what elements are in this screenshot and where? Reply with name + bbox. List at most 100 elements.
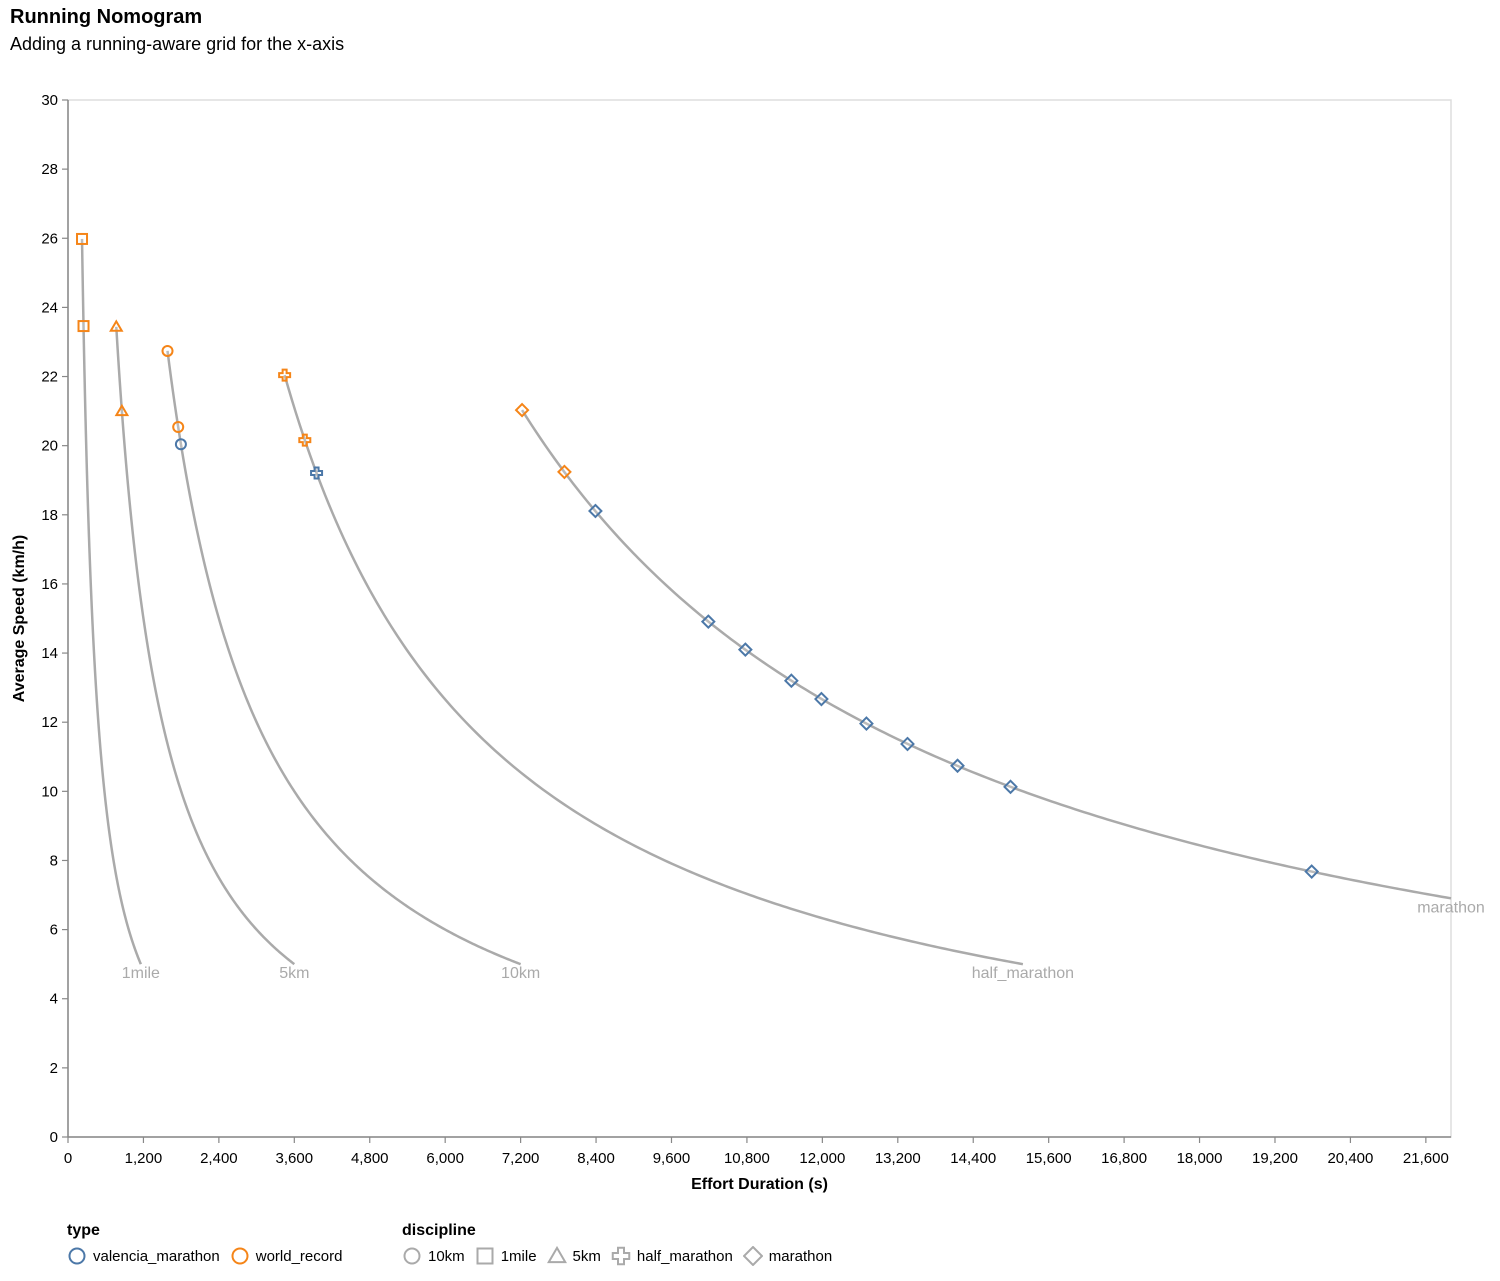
diamond-symbol — [742, 1246, 763, 1266]
square-symbol — [476, 1247, 494, 1265]
curve-label-10km: 10km — [501, 965, 540, 982]
curve-marathon — [521, 409, 1452, 900]
y-tick-label: 14 — [41, 645, 58, 662]
plot-border — [67, 99, 1452, 1138]
y-tick-label: 4 — [50, 991, 58, 1008]
y-axis: 024681012141618202224262830 — [41, 92, 69, 1146]
legend-label: 10km — [428, 1247, 465, 1265]
x-tick-label: 20,400 — [1327, 1150, 1373, 1167]
nomogram-chart: 024681012141618202224262830 0 1,200 2,400 3… — [11, 92, 1485, 1193]
legend-label: 5km — [572, 1247, 601, 1265]
point-valencia_marathon-marathon — [950, 758, 965, 774]
x-tick-label: 0 — [64, 1150, 72, 1167]
y-tick-label: 12 — [41, 714, 58, 731]
point-valencia_marathon-marathon — [1003, 779, 1018, 795]
x-tick-label: 8,400 — [577, 1150, 615, 1167]
y-axis-title: Average Speed (km/h) — [11, 535, 28, 702]
x-axis-title: Effort Duration (s) — [691, 1176, 828, 1193]
point-valencia_marathon-marathon — [1304, 864, 1320, 879]
x-tick-label: 10,800 — [724, 1150, 770, 1167]
curve-half_marathon — [283, 374, 1024, 966]
circle-icon — [68, 1247, 86, 1265]
legend-item-world_record[interactable]: world_record — [230, 1246, 343, 1266]
circle-symbol — [403, 1247, 421, 1265]
legend-item-marathon[interactable]: marathon — [742, 1246, 833, 1266]
x-tick-label: 14,400 — [950, 1150, 996, 1167]
x-tick-label: 12,000 — [799, 1150, 845, 1167]
point-world_record-1mile — [77, 320, 90, 333]
x-tick-label: 4,800 — [351, 1150, 389, 1167]
diamond-icon — [742, 1246, 763, 1266]
legend-label: marathon — [768, 1247, 833, 1265]
point-world_record-5km — [114, 403, 130, 417]
legend-item-half_marathon[interactable]: half_marathon — [611, 1246, 733, 1266]
legend-discipline-title: discipline — [402, 1222, 476, 1239]
x-tick-label: 15,600 — [1026, 1150, 1072, 1167]
y-tick-label: 22 — [41, 369, 58, 386]
y-tick-label: 20 — [41, 438, 58, 455]
legend-discipline: discipline 10km 1mile 5km half_marathon mara… — [402, 1222, 842, 1266]
x-tick-label: 3,600 — [276, 1150, 314, 1167]
x-axis: 0 1,200 2,400 3,600 4,800 6,000 7,200 8,400 9,60… — [64, 1136, 1451, 1167]
point-world_record-5km — [109, 319, 124, 332]
plot-frame — [67, 99, 1452, 1138]
legend-label: world_record — [255, 1247, 343, 1265]
curves-layer — [80, 238, 1452, 966]
legend-item-5km[interactable]: 5km — [546, 1246, 601, 1266]
point-valencia_marathon-half_marathon — [310, 466, 324, 480]
x-tick-label: 21,600 — [1403, 1150, 1449, 1167]
y-tick-label: 30 — [41, 92, 58, 109]
legend-label: valencia_marathon — [93, 1247, 220, 1265]
legend-label: 1mile — [500, 1247, 537, 1265]
legend-item-10km[interactable]: 10km — [402, 1246, 465, 1266]
curve-10km — [166, 350, 522, 966]
cross-icon — [611, 1246, 631, 1266]
circle-symbol — [68, 1247, 86, 1265]
y-tick-label: 26 — [41, 230, 58, 247]
square-icon — [476, 1247, 494, 1265]
y-tick-label: 0 — [50, 1129, 58, 1146]
legend-item-1mile[interactable]: 1mile — [475, 1246, 537, 1266]
legend-label: half_marathon — [636, 1247, 733, 1265]
point-valencia_marathon-marathon — [859, 716, 874, 731]
y-tick-label: 8 — [50, 852, 58, 869]
x-tick-label: 16,800 — [1101, 1150, 1147, 1167]
x-tick-label: 13,200 — [875, 1150, 921, 1167]
y-tick-label: 28 — [41, 161, 58, 178]
x-tick-label: 18,000 — [1177, 1150, 1223, 1167]
y-tick-label: 10 — [41, 783, 58, 800]
points-layer — [76, 232, 1320, 879]
point-world_record-half_marathon — [278, 368, 292, 382]
point-world_record-10km — [172, 421, 185, 434]
point-world_record-10km — [161, 344, 174, 357]
point-valencia_marathon-marathon — [900, 736, 915, 752]
point-valencia_marathon-marathon — [814, 691, 829, 707]
curve-label-1mile: 1mile — [122, 965, 160, 982]
circle-symbol — [231, 1247, 249, 1265]
x-tick-label: 7,200 — [502, 1150, 540, 1167]
point-valencia_marathon-10km — [174, 438, 187, 451]
x-tick-label: 1,200 — [125, 1150, 163, 1167]
legend-item-valencia_marathon[interactable]: valencia_marathon — [67, 1246, 220, 1266]
point-valencia_marathon-marathon — [783, 673, 799, 689]
y-tick-label: 18 — [41, 507, 58, 524]
triangle-symbol — [546, 1246, 567, 1264]
y-tick-label: 6 — [50, 922, 58, 939]
x-tick-label: 19,200 — [1252, 1150, 1298, 1167]
circle-icon — [231, 1247, 249, 1265]
curve-5km — [115, 326, 296, 966]
cross-symbol — [611, 1246, 631, 1266]
x-tick-label: 6,000 — [426, 1150, 464, 1167]
legend-type: type valencia_marathon world_record — [67, 1222, 352, 1266]
point-world_record-half_marathon — [298, 433, 312, 447]
triangle-icon — [546, 1246, 567, 1264]
y-tick-label: 16 — [41, 576, 58, 593]
x-tick-label: 2,400 — [200, 1150, 238, 1167]
curve-label-half_marathon: half_marathon — [972, 965, 1074, 982]
legend-type-title: type — [67, 1222, 100, 1239]
point-world_record-marathon — [514, 402, 530, 418]
y-tick-label: 24 — [41, 299, 58, 316]
curve-label-marathon: marathon — [1417, 899, 1485, 916]
x-tick-label: 9,600 — [653, 1150, 691, 1167]
circle-icon — [403, 1247, 421, 1265]
